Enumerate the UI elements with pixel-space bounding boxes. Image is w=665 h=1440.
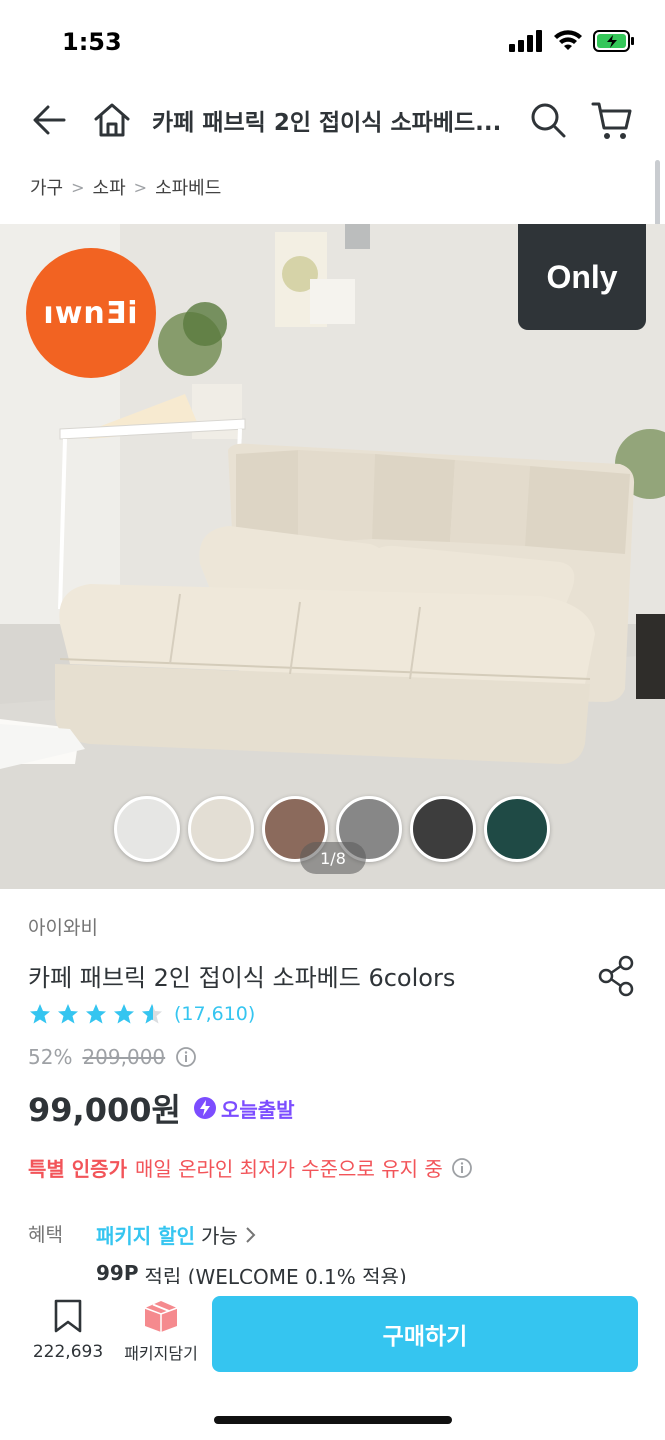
breadcrumb-item-furniture[interactable]: 가구 — [30, 174, 63, 200]
review-count[interactable]: (17,610) — [174, 1003, 255, 1025]
status-icons — [509, 30, 635, 52]
color-swatch[interactable] — [114, 796, 180, 862]
special-price-label: 특별 인증가 — [28, 1157, 127, 1181]
page-title: 카페 패브릭 2인 접이식 소파베드... — [152, 110, 502, 136]
chevron-right-icon: > — [71, 177, 85, 197]
bookmark-icon — [54, 1299, 82, 1333]
buy-button[interactable]: 구매하기 — [212, 1296, 638, 1372]
product-title: 카페 패브릭 2인 접이식 소파베드 6colors — [28, 964, 456, 992]
signal-icon — [509, 30, 542, 52]
price-row: 99,000원 오늘출발 — [28, 1085, 295, 1131]
half-star-icon — [142, 1004, 162, 1024]
benefit-label: 혜택 — [28, 1224, 63, 1246]
star-icon — [30, 1004, 50, 1024]
package-box-icon — [144, 1301, 178, 1332]
discount-rate: 52% — [28, 1045, 73, 1069]
package-discount-available: 가능 — [200, 1224, 238, 1248]
breadcrumb-item-sofabed[interactable]: 소파베드 — [155, 174, 221, 200]
lightning-icon — [193, 1097, 216, 1119]
original-price: 209,000 — [82, 1045, 166, 1069]
search-icon[interactable] — [526, 98, 570, 142]
bookmark-count: 222,693 — [32, 1342, 104, 1362]
special-price-text: 매일 온라인 최저가 수준으로 유지 중 — [134, 1157, 443, 1181]
bookmark-button[interactable]: 222,693 — [28, 1298, 108, 1368]
add-package-label: 패키지담기 — [124, 1344, 198, 1363]
breadcrumb-item-sofa[interactable]: 소파 — [93, 174, 126, 200]
package-discount-label[interactable]: 패키지 할인 — [96, 1220, 195, 1249]
star-icon — [86, 1004, 106, 1024]
star-icon — [114, 1004, 134, 1024]
battery-icon — [593, 30, 634, 52]
special-price-row: 특별 인증가 매일 온라인 최저가 수준으로 유지 중 — [28, 1153, 473, 1182]
only-badge: Only — [518, 224, 646, 330]
info-icon[interactable] — [175, 1046, 197, 1068]
home-icon[interactable] — [90, 98, 134, 142]
home-indicator — [214, 1416, 452, 1424]
star-icon — [58, 1004, 78, 1024]
status-time: 1:53 — [62, 28, 122, 56]
color-swatch[interactable] — [410, 796, 476, 862]
sale-price: 99,000원 — [28, 1091, 181, 1129]
wifi-icon — [554, 30, 582, 50]
color-swatch[interactable] — [188, 796, 254, 862]
package-discount-link[interactable]: 패키지 할인 가능 — [96, 1220, 258, 1249]
today-shipping-badge: 오늘출발 — [193, 1094, 295, 1123]
brand-logo: ıwnƎi — [26, 248, 156, 378]
breadcrumb: 가구 > 소파 > 소파베드 — [30, 174, 221, 200]
product-header: 카페 패브릭 2인 접이식 소파베드... — [0, 88, 665, 152]
add-package-button[interactable]: 패키지담기 — [116, 1296, 206, 1368]
discount-row: 52% 209,000 — [28, 1045, 197, 1069]
info-icon[interactable] — [451, 1157, 473, 1179]
today-shipping-label: 오늘출발 — [220, 1097, 295, 1122]
color-swatch[interactable] — [484, 796, 550, 862]
chevron-right-icon: > — [133, 177, 148, 197]
cart-icon[interactable] — [588, 96, 636, 144]
rating-row[interactable]: (17,610) — [28, 1002, 255, 1026]
back-arrow-icon[interactable] — [28, 98, 72, 142]
image-page-indicator: 1/8 — [300, 842, 366, 874]
share-icon[interactable] — [596, 954, 638, 998]
brand-name[interactable]: 아이와비 — [28, 913, 98, 940]
chevron-right-icon — [246, 1226, 256, 1243]
status-bar: 1:53 — [0, 0, 665, 88]
